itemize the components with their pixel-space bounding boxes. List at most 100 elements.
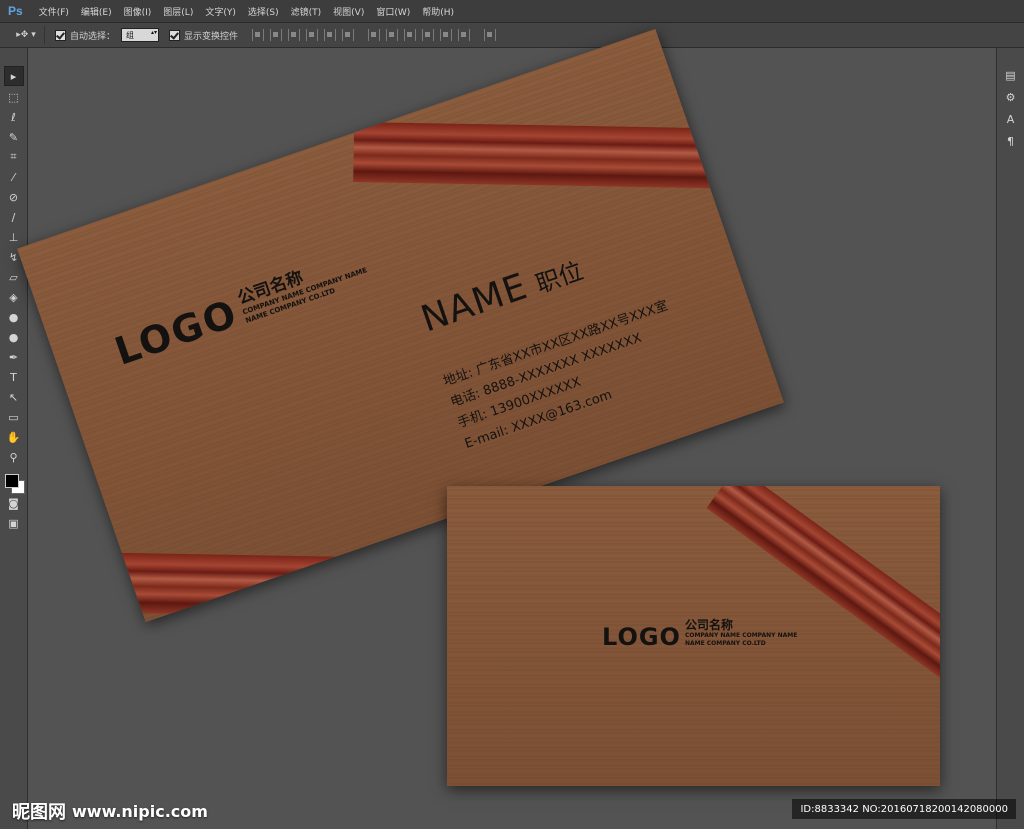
pen-tool[interactable]: ✒: [5, 348, 23, 366]
image-id-label: ID:8833342 NO:20160718200142080000: [792, 799, 1016, 819]
brush-tool[interactable]: ∕: [5, 208, 23, 226]
align-bottom-icon[interactable]: [288, 29, 301, 41]
dodge-tool[interactable]: ●: [5, 328, 23, 346]
align-hcenter-icon[interactable]: [324, 29, 337, 41]
history-brush-icon: ↯: [8, 250, 19, 264]
paragraph-icon: ¶: [1007, 134, 1014, 148]
marquee-icon: ⬚: [8, 90, 19, 104]
watermark-brand: 昵图网: [12, 802, 66, 823]
character-panel-button[interactable]: A: [1002, 110, 1020, 128]
screen-mode-icon: ▣: [8, 516, 19, 530]
distribute-bottom-icon[interactable]: [404, 29, 417, 41]
auto-select-checkbox[interactable]: [55, 29, 66, 41]
distribute-vcenter-icon[interactable]: [386, 29, 399, 41]
quick-select-tool[interactable]: ✎: [5, 128, 23, 146]
menu-type[interactable]: 文字(Y): [199, 5, 242, 18]
menu-filter[interactable]: 滤镜(T): [285, 5, 328, 18]
stamp-icon: ⊥: [8, 230, 19, 244]
history-panel-button[interactable]: ▤: [1002, 66, 1020, 84]
history-icon: ▤: [1005, 68, 1016, 82]
rectangle-icon: ▭: [8, 410, 19, 424]
distribute-top-icon[interactable]: [368, 29, 381, 41]
align-top-icon[interactable]: [252, 29, 265, 41]
back-logo-text: LOGO: [602, 623, 681, 651]
menu-layer[interactable]: 图层(L): [157, 5, 199, 18]
hand-tool[interactable]: ✋: [5, 428, 23, 446]
move-tool[interactable]: ▸: [3, 66, 24, 86]
quick-select-icon: ✎: [8, 130, 19, 144]
crop-tool[interactable]: ⌗: [5, 148, 23, 166]
paint-bucket-tool[interactable]: ◈: [5, 288, 23, 306]
menu-bar: Ps 文件(F) 编辑(E) 图像(I) 图层(L) 文字(Y) 选择(S) 滤…: [0, 0, 1024, 23]
properties-icon: ⚙: [1005, 90, 1016, 104]
photoshop-logo: Ps: [8, 4, 23, 18]
menu-file[interactable]: 文件(F): [33, 5, 75, 18]
align-buttons: [252, 29, 355, 41]
lasso-tool[interactable]: ℓ: [5, 108, 23, 126]
distribute-buttons: [368, 29, 471, 41]
dodge-icon: ●: [8, 330, 19, 344]
menu-edit[interactable]: 编辑(E): [75, 5, 118, 18]
align-right-icon[interactable]: [342, 29, 355, 41]
quick-mask-icon: ◙: [8, 496, 19, 510]
zoom-tool[interactable]: ⚲: [5, 448, 23, 466]
back-company-en-2: NAME COMPANY CO.LTD: [684, 640, 766, 647]
options-bar: ▸✥ ▾ 自动选择： 组 显示变换控件: [0, 23, 1024, 48]
distribute-hcenter-icon[interactable]: [440, 29, 453, 41]
paragraph-panel-button[interactable]: ¶: [1002, 132, 1020, 150]
tools-panel: ▸ ⬚ ℓ ✎ ⌗ ⁄ ⊘ ∕ ⊥ ↯ ▱ ◈ ● ● ✒ T ↖ ▭ ✋ ⚲ …: [0, 48, 28, 829]
marquee-tool[interactable]: ⬚: [5, 88, 23, 106]
blur-tool[interactable]: ●: [5, 308, 23, 326]
healing-tool[interactable]: ⊘: [5, 188, 23, 206]
panel-dock: ▤ ⚙ A ¶: [996, 48, 1024, 829]
properties-panel-button[interactable]: ⚙: [1002, 88, 1020, 106]
distribute-left-icon[interactable]: [422, 29, 435, 41]
menu-image[interactable]: 图像(I): [118, 5, 158, 18]
align-vcenter-icon[interactable]: [270, 29, 283, 41]
auto-align-icon[interactable]: [484, 29, 497, 41]
arrow-icon: ↖: [8, 390, 19, 404]
pen-icon: ✒: [8, 350, 19, 364]
drop-icon: ●: [8, 310, 19, 324]
eyedropper-tool[interactable]: ⁄: [5, 168, 23, 186]
quick-mask-button[interactable]: ◙: [5, 494, 23, 512]
show-transform-checkbox[interactable]: [169, 29, 181, 41]
foreground-color-swatch[interactable]: [4, 474, 19, 488]
lasso-icon: ℓ: [11, 110, 16, 124]
magnifier-icon: ⚲: [9, 450, 18, 464]
menu-window[interactable]: 窗口(W): [370, 5, 416, 18]
hand-icon: ✋: [6, 430, 21, 444]
auto-select-label: 自动选择：: [70, 31, 116, 42]
auto-select-dropdown[interactable]: 组: [121, 28, 160, 42]
screen-mode-button[interactable]: ▣: [5, 514, 23, 532]
move-tool-icon: ▸: [10, 69, 17, 83]
type-tool[interactable]: T: [5, 368, 23, 386]
move-icon: ▸✥ ▾: [16, 30, 36, 40]
bandage-icon: ⊘: [8, 190, 19, 204]
path-select-tool[interactable]: ↖: [5, 388, 23, 406]
eraser-icon: ▱: [9, 270, 18, 284]
type-icon: T: [10, 370, 17, 384]
back-company-cn: 公司名称: [684, 618, 733, 632]
menu-help[interactable]: 帮助(H): [416, 5, 460, 18]
eraser-tool[interactable]: ▱: [5, 268, 23, 286]
crop-icon: ⌗: [10, 150, 17, 163]
align-left-icon[interactable]: [306, 29, 319, 41]
watermark-url: www.nipic.com: [72, 801, 208, 821]
brush-icon: ∕: [11, 210, 16, 224]
stamp-tool[interactable]: ⊥: [5, 228, 23, 246]
wood-band-top: [353, 121, 775, 190]
back-business-card: LOGO 公司名称 COMPANY NAME COMPANY NAME NAME…: [447, 486, 940, 786]
nipic-watermark: 昵图网 www.nipic.com: [12, 798, 208, 824]
shape-tool[interactable]: ▭: [5, 408, 23, 426]
show-transform-label: 显示变换控件: [184, 31, 239, 42]
back-company-en-1: COMPANY NAME COMPANY NAME: [684, 632, 798, 639]
distribute-right-icon[interactable]: [458, 29, 471, 41]
bucket-icon: ◈: [9, 290, 18, 304]
menu-view[interactable]: 视图(V): [327, 5, 370, 18]
eyedropper-icon: ⁄: [12, 170, 15, 184]
move-tool-preset[interactable]: ▸✥ ▾: [8, 26, 45, 44]
menu-select[interactable]: 选择(S): [242, 5, 285, 18]
character-icon: A: [1006, 112, 1015, 126]
color-swatches[interactable]: [3, 472, 25, 494]
